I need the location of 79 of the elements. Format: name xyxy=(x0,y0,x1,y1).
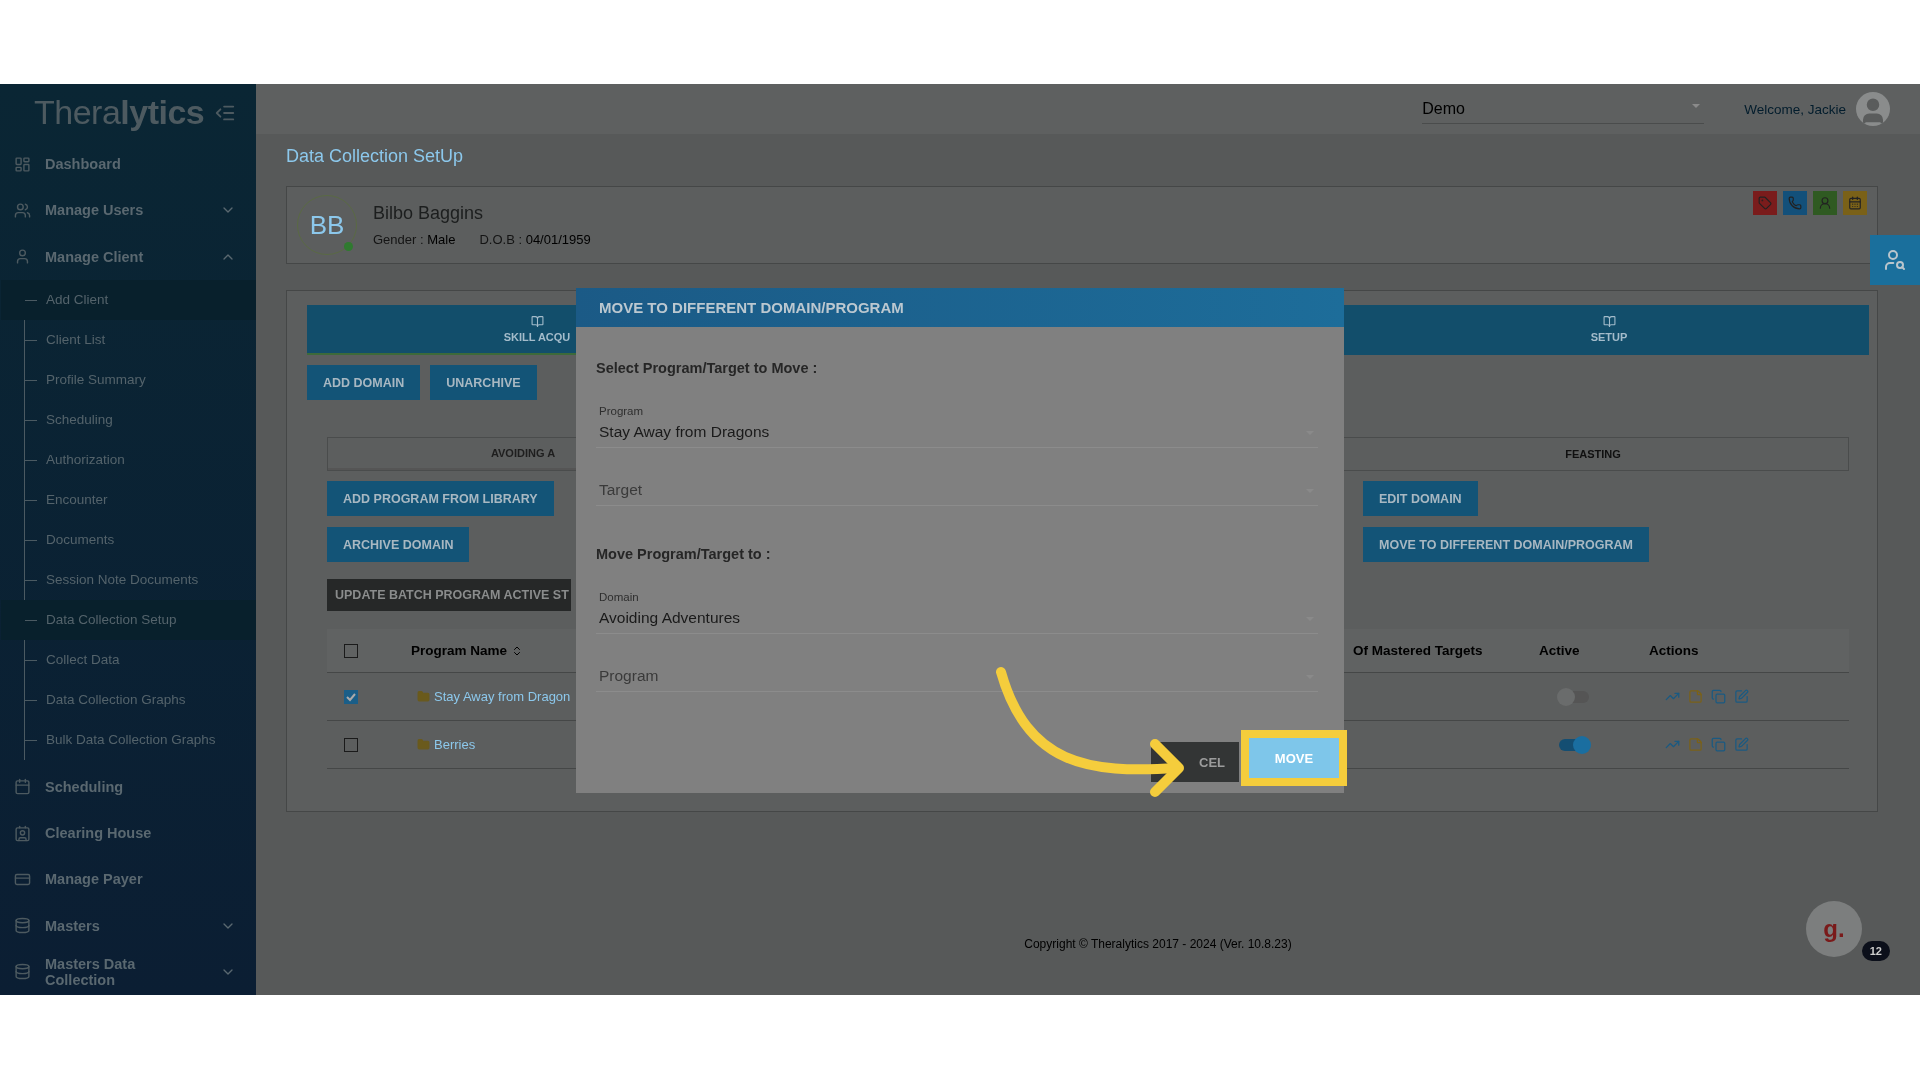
column-header: Active xyxy=(1539,643,1581,658)
copy-icon[interactable] xyxy=(1711,689,1726,704)
section-heading: Select Program/Target to Move : xyxy=(596,360,819,376)
phone-icon[interactable] xyxy=(1788,196,1802,210)
nav-subitem[interactable]: Client List xyxy=(1,319,256,360)
domain-button[interactable]: ADD PROGRAM FROM LIBRARY xyxy=(327,481,554,516)
nav-subitem[interactable]: Session Note Documents xyxy=(1,559,256,600)
nav-item[interactable]: Manage Client xyxy=(0,233,256,280)
welcome-text: Welcome, Jackie xyxy=(1744,101,1846,117)
column-header: Of Mastered Targets xyxy=(1352,643,1484,658)
folder-icon xyxy=(417,690,430,703)
domain-button[interactable]: MOVE TO DIFFERENT DOMAIN/PROGRAM xyxy=(1363,527,1649,562)
client-name: Bilbo Baggins xyxy=(373,203,485,224)
site-select[interactable]: Demo xyxy=(1422,94,1705,124)
select-field[interactable]: Program Stay Away from Dragons xyxy=(596,390,1318,448)
checkbox[interactable] xyxy=(344,689,358,704)
gender-text: Gender : Male xyxy=(373,232,456,247)
user-search-icon xyxy=(1883,248,1907,272)
folder-icon xyxy=(417,738,430,751)
dob-text: D.O.B : 04/01/1959 xyxy=(479,232,591,247)
program-link[interactable]: Berries xyxy=(434,737,476,752)
nav-item[interactable]: Clearing House xyxy=(0,810,256,857)
active-toggle[interactable] xyxy=(1559,738,1589,751)
edit-icon[interactable] xyxy=(1734,689,1749,704)
section-heading: Move Program/Target to : xyxy=(596,546,772,562)
nav-subitem[interactable]: Bulk Data Collection Graphs xyxy=(1,719,256,760)
nav-icon xyxy=(14,778,31,796)
copyright-text: Copyright © Theralytics 2017 - 2024 (Ver. 10.8.23) xyxy=(1024,937,1292,951)
nav-item[interactable]: Masters Data Collection xyxy=(0,948,256,995)
calendar-icon[interactable] xyxy=(1848,196,1862,210)
nav-subitem[interactable]: Profile Summary xyxy=(1,359,256,400)
chat-button[interactable]: g. xyxy=(1806,901,1862,957)
batch-button[interactable]: UPDATE BATCH PROGRAM ACTIVE ST xyxy=(327,579,571,611)
select-field[interactable]: Program xyxy=(596,642,1318,692)
book-icon xyxy=(530,315,544,328)
client-search-tab[interactable] xyxy=(1870,235,1920,285)
nav-subitem[interactable]: Collect Data xyxy=(1,639,256,680)
nav-subitem[interactable]: Add Client xyxy=(1,279,256,320)
tag-icon[interactable] xyxy=(1758,196,1772,210)
nav-subitem[interactable]: Scheduling xyxy=(1,399,256,440)
nav-subitem[interactable]: Data Collection Graphs xyxy=(1,679,256,720)
select-field[interactable]: Target xyxy=(596,456,1318,506)
chat-badge: 12 xyxy=(1861,941,1890,961)
select-field[interactable]: Domain Avoiding Adventures xyxy=(596,576,1318,634)
edit-icon[interactable] xyxy=(1734,737,1749,752)
nav-item[interactable]: Scheduling xyxy=(0,763,256,810)
avatar[interactable] xyxy=(1856,92,1890,126)
nav-subitem[interactable]: Documents xyxy=(1,519,256,560)
domain-button[interactable]: EDIT DOMAIN xyxy=(1363,481,1478,516)
nav-item[interactable]: Dashboard xyxy=(0,141,256,188)
person-icon[interactable] xyxy=(1818,196,1832,210)
note-icon[interactable] xyxy=(1688,689,1703,704)
note-icon[interactable] xyxy=(1688,737,1703,752)
main-tab[interactable]: SETUP xyxy=(1349,305,1869,355)
move-button[interactable]: MOVE xyxy=(1249,738,1339,778)
nav-subitem[interactable]: Encounter xyxy=(1,479,256,520)
nav-icon xyxy=(14,155,31,173)
toolbar-button[interactable]: ADD DOMAIN xyxy=(307,365,421,400)
checkbox[interactable] xyxy=(344,737,358,752)
nav-item[interactable]: Masters xyxy=(0,902,256,949)
copy-icon[interactable] xyxy=(1711,737,1726,752)
nav-subitem[interactable]: Authorization xyxy=(1,439,256,480)
toolbar-button[interactable]: UNARCHIVE xyxy=(430,365,537,400)
column-header: Actions xyxy=(1649,643,1700,658)
nav-icon xyxy=(14,824,31,842)
nav-icon xyxy=(14,248,31,266)
nav-subitem[interactable]: Data Collection Setup xyxy=(1,599,256,640)
nav-icon xyxy=(14,917,31,935)
nav-item[interactable]: Manage Payer xyxy=(0,856,256,903)
app-logo: Theralytics xyxy=(34,93,205,133)
program-link[interactable]: Stay Away from Dragon xyxy=(434,689,571,704)
checkbox[interactable] xyxy=(344,643,358,658)
book-icon xyxy=(1602,315,1616,328)
domain-button[interactable]: ARCHIVE DOMAIN xyxy=(327,527,470,562)
nav-icon xyxy=(14,963,31,981)
nav-icon xyxy=(14,201,31,219)
nav-item[interactable]: Manage Users xyxy=(0,187,256,234)
dialog-title: MOVE TO DIFFERENT DOMAIN/PROGRAM xyxy=(576,288,1344,327)
page-title: Data Collection SetUp xyxy=(286,146,465,168)
